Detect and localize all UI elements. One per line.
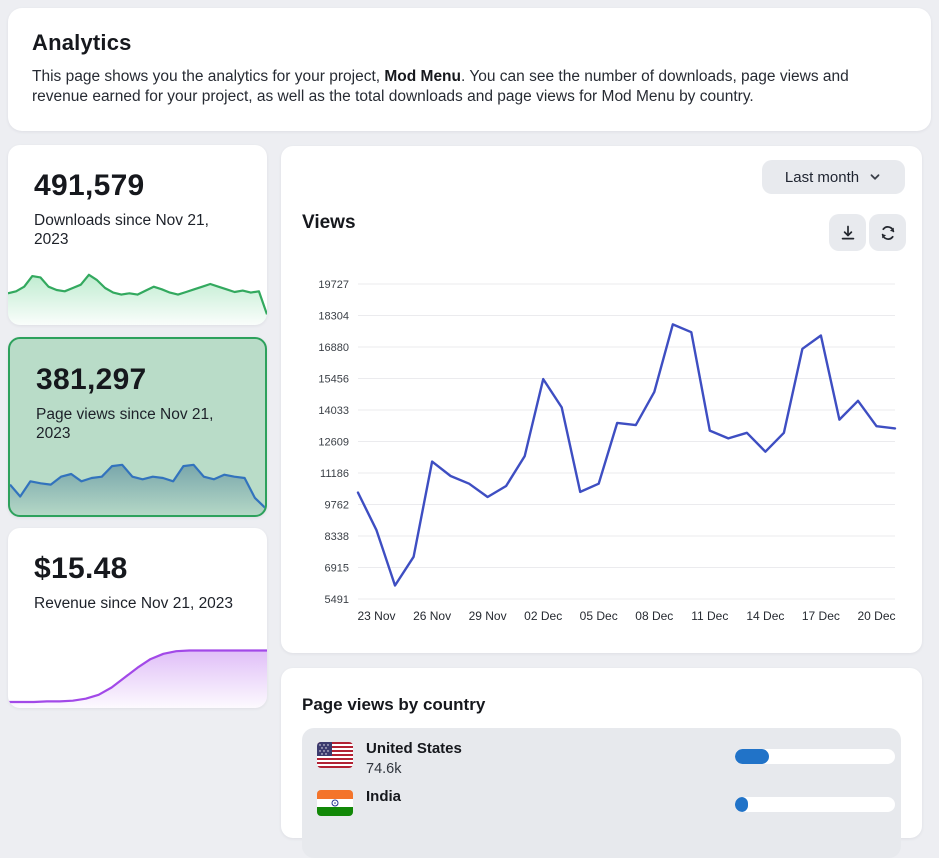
svg-text:29 Nov: 29 Nov [469,609,507,623]
revenue-sparkline-chart [8,636,267,708]
download-chart-button[interactable] [829,214,866,251]
svg-text:20 Dec: 20 Dec [857,609,895,623]
svg-text:23 Nov: 23 Nov [357,609,395,623]
stat-card-page-views[interactable]: 381,297 Page views since Nov 21, 2023 [8,337,267,517]
svg-text:16880: 16880 [318,342,349,354]
country-page-views: 74.6k [366,761,401,777]
svg-text:6915: 6915 [325,563,349,575]
country-row-united-states: United States 74.6k [302,740,901,788]
us-flag-icon [317,742,353,768]
chevron-down-icon [868,170,882,184]
svg-text:11186: 11186 [320,468,349,480]
revenue-value: $15.48 [34,552,128,586]
views-line-chart: 5491 6915 8338 9762 11186 12609 14033 15456 1688… [281,264,922,644]
svg-text:12609: 12609 [318,437,349,449]
refresh-chart-button[interactable] [869,214,906,251]
svg-text:19727: 19727 [318,279,349,291]
svg-text:8338: 8338 [325,531,349,543]
svg-text:5491: 5491 [325,594,349,606]
svg-text:15456: 15456 [318,374,349,386]
page-views-label: Page views since Nov 21, 2023 [36,405,248,443]
svg-text:17 Dec: 17 Dec [802,609,840,623]
svg-text:02 Dec: 02 Dec [524,609,562,623]
downloads-value: 491,579 [34,169,145,203]
country-list: United States 74.6k India [302,728,901,858]
views-chart-panel: Last month Views 5491 6915 8338 9762 11186 12… [281,146,922,653]
country-name: United States [366,740,462,757]
country-progress-track [735,797,895,812]
refresh-icon [878,223,898,243]
india-flag-icon [317,790,353,816]
page-views-value: 381,297 [36,363,147,397]
svg-text:08 Dec: 08 Dec [635,609,673,623]
stat-card-downloads[interactable]: 491,579 Downloads since Nov 21, 2023 [8,145,267,325]
downloads-label: Downloads since Nov 21, 2023 [34,211,246,249]
svg-text:05 Dec: 05 Dec [580,609,618,623]
svg-text:14033: 14033 [318,405,349,417]
country-progress-track [735,749,895,764]
svg-text:14 Dec: 14 Dec [746,609,784,623]
download-icon [838,223,858,243]
page-views-sparkline-chart [10,443,265,515]
country-progress-fill [735,749,769,764]
date-range-label: Last month [785,169,859,186]
project-name: Mod Menu [384,68,461,85]
description-prefix: This page shows you the analytics for yo… [32,68,384,85]
country-name: India [366,788,401,805]
page-title: Analytics [32,30,907,56]
downloads-sparkline-chart [8,253,267,325]
country-row-india: India [302,788,901,836]
stat-card-revenue[interactable]: $15.48 Revenue since Nov 21, 2023 [8,528,267,708]
country-progress-fill [735,797,748,812]
chart-title: Views [302,212,356,234]
svg-text:26 Nov: 26 Nov [413,609,451,623]
date-range-dropdown[interactable]: Last month [762,160,905,194]
page-header: Analytics This page shows you the analyt… [8,8,931,131]
svg-text:11 Dec: 11 Dec [691,609,728,623]
page-views-by-country-panel: Page views by country [281,668,922,838]
revenue-label: Revenue since Nov 21, 2023 [34,594,246,613]
page-description: This page shows you the analytics for yo… [32,67,907,106]
svg-text:18304: 18304 [318,311,349,323]
country-panel-title: Page views by country [302,695,485,715]
svg-text:9762: 9762 [325,500,349,512]
